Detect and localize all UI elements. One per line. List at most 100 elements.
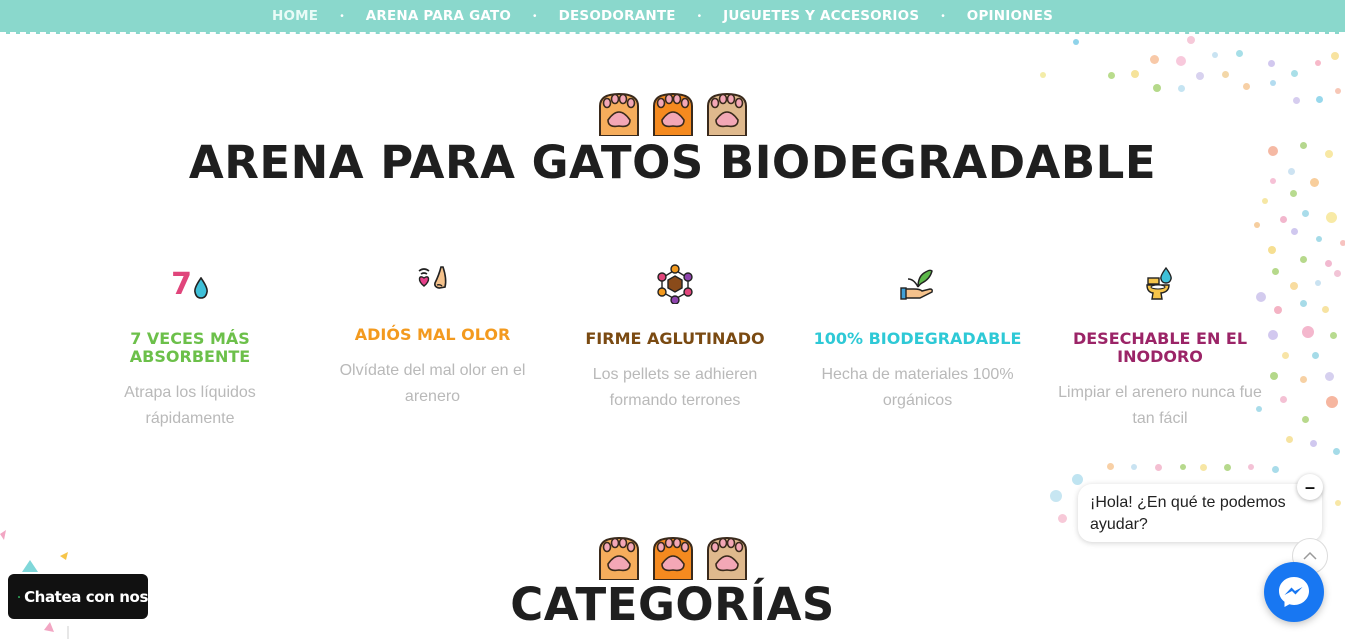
section-title-arena: ARENA PARA GATOS BIODEGRADABLE: [188, 136, 1157, 189]
nav-desodorante[interactable]: DESODORANTE: [559, 8, 676, 24]
confetti-dot: [1200, 464, 1207, 471]
nav-separator: •: [340, 10, 344, 22]
confetti-dot: [1325, 260, 1332, 267]
whatsapp-label: Chatea con nos: [24, 587, 148, 606]
feature-flushable: DESECHABLE EN EL INODORO Limpiar el aren…: [1055, 256, 1265, 432]
toilet-drop-icon: [1055, 256, 1265, 312]
confetti-dot: [1300, 300, 1307, 307]
confetti-dot: [1131, 464, 1137, 470]
paw-icon: [652, 92, 693, 136]
confetti-dot: [1280, 216, 1287, 223]
confetti-dot: [1302, 416, 1309, 423]
confetti-dot: [1108, 72, 1115, 79]
nav-arena-para-gato[interactable]: ARENA PARA GATO: [366, 8, 511, 24]
chat-close-button[interactable]: –: [1297, 474, 1323, 500]
confetti-dot: [1280, 396, 1287, 403]
confetti-dot: [1291, 228, 1298, 235]
feature-title: ADIÓS MAL OLOR: [354, 325, 511, 344]
feature-title: 100% BIODEGRADABLE: [813, 329, 1022, 348]
absorb-drop-icon: 7: [85, 256, 295, 312]
chat-greeting-text: ¡Hola! ¿En qué te podemos ayudar?: [1090, 494, 1286, 533]
confetti-dot: [1196, 72, 1204, 80]
feature-text: Hecha de materiales 100% orgánicos: [821, 366, 1014, 409]
confetti-dot: [1272, 466, 1279, 473]
confetti-dot: [1302, 326, 1314, 338]
messenger-icon: [1279, 577, 1309, 607]
nav-opiniones[interactable]: OPINIONES: [967, 8, 1053, 24]
confetti-dot: [1325, 372, 1334, 381]
feature-biodegradable: 100% BIODEGRADABLE Hecha de materiales 1…: [813, 256, 1023, 432]
confetti-dot: [1072, 474, 1083, 485]
confetti-dot: [1326, 212, 1337, 223]
confetti-dot: [1180, 464, 1186, 470]
whatsapp-chat-button[interactable]: Chatea con nos: [8, 574, 148, 619]
confetti-dot: [1236, 50, 1243, 57]
nav-juguetes-accesorios[interactable]: JUGUETES Y ACCESORIOS: [723, 8, 919, 24]
messenger-chat-button[interactable]: [1264, 562, 1324, 622]
confetti-dot: [1040, 72, 1046, 78]
chevron-up-icon: [1303, 551, 1317, 560]
confetti-dot: [1300, 376, 1307, 383]
nav-links: HOME • ARENA PARA GATO • DESODORANTE • J…: [272, 8, 1053, 24]
paw-icon: [598, 536, 639, 580]
confetti-dot: [1272, 268, 1279, 275]
confetti-dot: [1326, 396, 1338, 408]
confetti-dot: [1310, 440, 1317, 447]
confetti-dot: [1222, 71, 1229, 78]
paw-icons-bottom: [0, 536, 1345, 580]
confetti-dot: [1315, 60, 1321, 66]
confetti-dot: [1107, 463, 1114, 470]
feature-text: Atrapa los líquidos rápidamente: [124, 384, 256, 427]
confetti-dot: [1243, 83, 1250, 90]
section-title-categorias: CATEGORÍAS: [510, 578, 835, 631]
confetti-dot: [1187, 36, 1195, 44]
paw-icons-top: [0, 92, 1345, 136]
confetti-dot: [1322, 306, 1329, 313]
feature-text: Los pellets se adhieren formando terrone…: [592, 366, 758, 409]
confetti-dot: [1302, 210, 1309, 217]
nav-home[interactable]: HOME: [272, 8, 318, 24]
whatsapp-icon: [18, 595, 20, 598]
confetti-dot: [1286, 436, 1293, 443]
confetti-dot: [1282, 352, 1289, 359]
nav-separator: •: [697, 10, 702, 22]
absorb-number: 7: [171, 266, 192, 302]
paw-icon: [706, 536, 747, 580]
paw-icon: [706, 92, 747, 136]
features-row: 7 7 VECES MÁS ABSORBENTE Atrapa los líqu…: [85, 256, 1265, 432]
feature-title: FIRME AGLUTINADO: [585, 329, 765, 348]
confetti-dot: [1212, 52, 1218, 58]
confetti-dot: [1073, 39, 1079, 45]
confetti-dot: [1335, 500, 1341, 506]
confetti-dot: [1131, 70, 1139, 78]
confetti-dot: [1155, 464, 1162, 471]
confetti-dot: [1268, 330, 1278, 340]
confetti-dot: [1334, 270, 1341, 277]
confetti-dot: [1153, 84, 1161, 92]
plant-hand-icon: [813, 256, 1023, 312]
confetti-dot: [1312, 352, 1319, 359]
confetti-dot: [1270, 372, 1278, 380]
feature-title: DESECHABLE EN EL INODORO: [1072, 329, 1248, 366]
paw-icon: [598, 92, 639, 136]
confetti-dot: [1290, 190, 1297, 197]
confetti-dot: [1316, 236, 1322, 242]
feature-no-odor: ADIÓS MAL OLOR Olvídate del mal olor en …: [328, 252, 538, 432]
confetti-dot: [1224, 464, 1231, 471]
feature-title: 7 VECES MÁS ABSORBENTE: [129, 329, 251, 366]
confetti-dot: [1290, 282, 1298, 290]
confetti-dot: [1330, 332, 1337, 339]
confetti-dot: [1262, 198, 1268, 204]
feature-text: Limpiar el arenero nunca fue tan fácil: [1058, 384, 1262, 427]
confetti-dot: [1268, 60, 1275, 67]
nav-separator: •: [533, 10, 537, 22]
confetti-dot: [1150, 55, 1159, 64]
confetti-dot: [1333, 448, 1340, 455]
nav-separator: •: [941, 10, 945, 22]
feature-clumping: FIRME AGLUTINADO Los pellets se adhieren…: [570, 256, 780, 432]
confetti-dot: [1291, 70, 1298, 77]
confetti-dot: [1268, 246, 1276, 254]
feature-absorbent: 7 7 VECES MÁS ABSORBENTE Atrapa los líqu…: [85, 256, 295, 432]
chat-greeting-bubble[interactable]: ¡Hola! ¿En qué te podemos ayudar?: [1078, 484, 1322, 542]
feature-text: Olvídate del mal olor en el arenero: [339, 362, 526, 405]
